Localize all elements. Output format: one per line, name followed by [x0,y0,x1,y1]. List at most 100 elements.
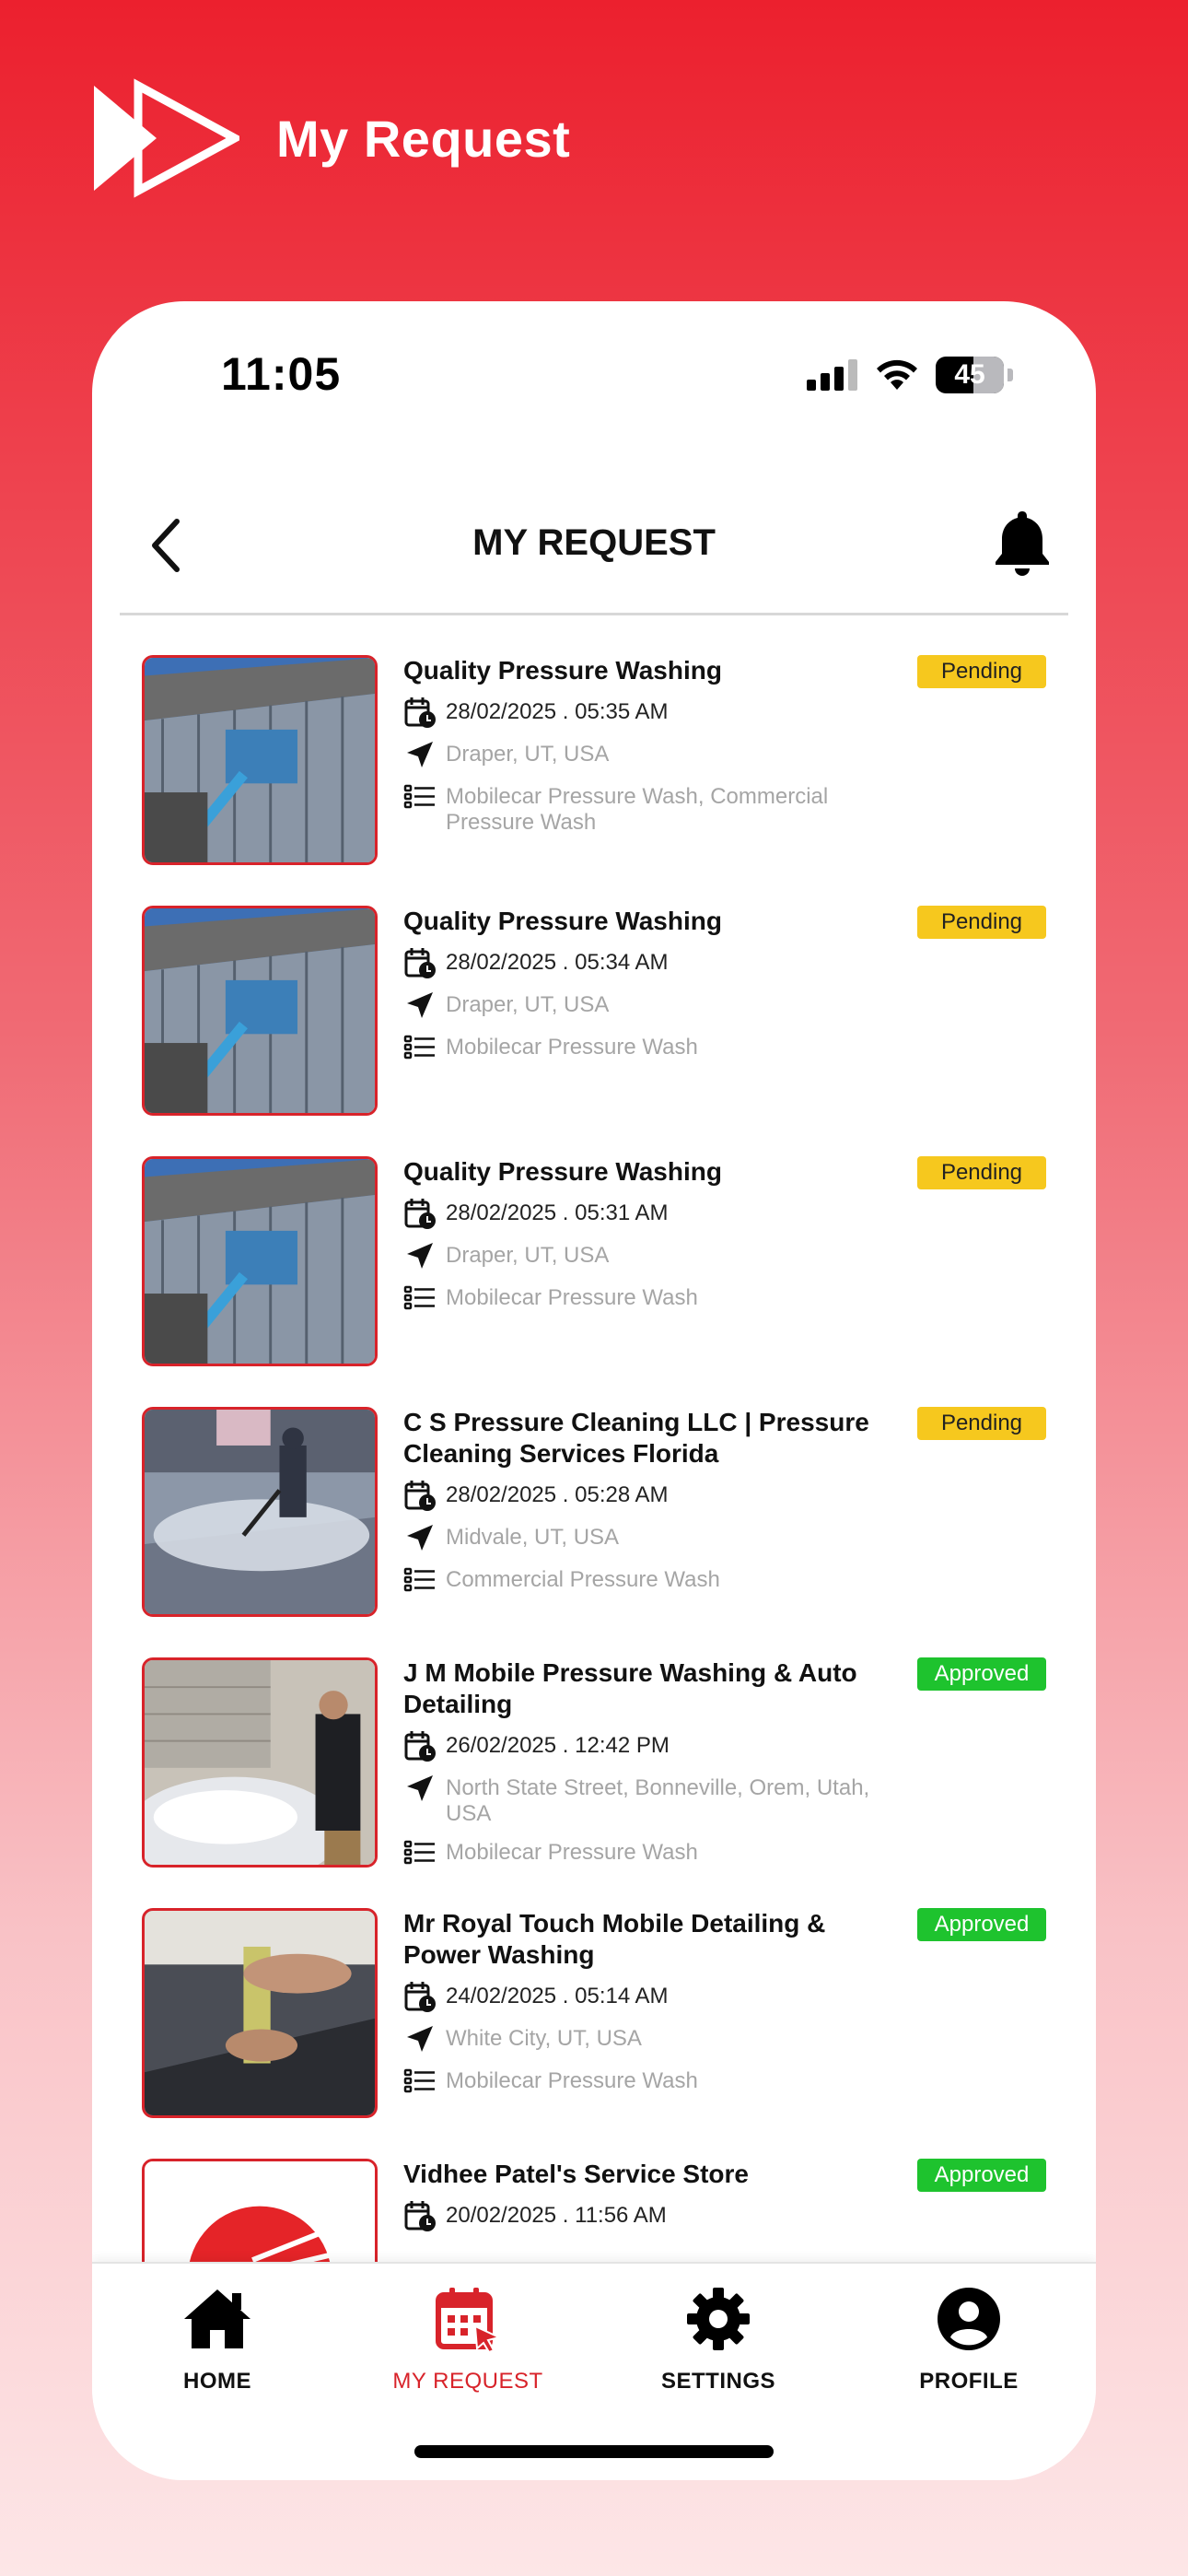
gear-icon [687,2288,750,2350]
calendar-icon [436,2288,502,2354]
request-location-row: Draper, UT, USA [403,738,891,771]
request-thumbnail [142,655,378,865]
request-location-row: Draper, UT, USA [403,1239,891,1272]
page-title: MY REQUEST [472,522,716,563]
request-location: North State Street, Bonneville, Orem, Ut… [446,1775,870,1826]
request-title: J M Mobile Pressure Washing & Auto Detai… [403,1658,857,1718]
request-info: J M Mobile Pressure Washing & Auto Detai… [403,1657,891,1869]
notifications-button[interactable] [985,506,1059,580]
request-title: Quality Pressure Washing [403,656,722,685]
request-info: C S Pressure Cleaning LLC | Pressure Cle… [403,1407,891,1597]
battery-tip [1007,369,1013,381]
status-icons: 45 [807,357,1013,393]
bottom-tab-bar: HOME MY REQUEST SETTINGS PROFILE [92,2262,1096,2480]
status-badge: Pending [917,1156,1046,1189]
request-thumbnail [142,1407,378,1617]
request-services-row: Mobilecar Pressure Wash [403,2065,891,2098]
bell-icon [996,511,1049,576]
request-location: Draper, UT, USA [446,992,610,1017]
tab-home-label: HOME [183,2369,251,2394]
request-services: Mobilecar Pressure Wash [446,1285,698,1310]
list-icon [403,1285,435,1310]
list-icon [403,784,435,809]
request-title: Quality Pressure Washing [403,907,722,935]
battery-indicator: 45 [936,357,1004,393]
request-datetime: 28/02/2025 . 05:35 AM [446,699,669,724]
request-datetime-row: 26/02/2025 . 12:42 PM [403,1729,891,1762]
request-services: Mobilecar Pressure Wash, Commercial Pres… [446,784,829,835]
request-datetime: 28/02/2025 . 05:31 AM [446,1200,669,1225]
tab-profile[interactable]: PROFILE [877,2282,1061,2420]
calendar-clock-icon [404,1199,436,1229]
calendar-clock-icon [404,1982,436,2012]
brand-logo-icon [94,78,239,198]
request-services: Commercial Pressure Wash [446,1567,720,1592]
tab-my-request[interactable]: MY REQUEST [376,2282,560,2420]
request-thumbnail [142,1156,378,1366]
status-badge: Pending [917,655,1046,688]
list-icon [403,1840,435,1865]
request-datetime-row: 28/02/2025 . 05:34 AM [403,946,891,979]
list-icon [403,2068,435,2093]
request-datetime-row: 28/02/2025 . 05:28 AM [403,1479,891,1512]
request-list[interactable]: Quality Pressure Washing 28/02/2025 . 05… [92,615,1096,2262]
location-arrow-icon [407,2026,433,2052]
request-title: Vidhee Patel's Service Store [403,2160,750,2188]
request-info: Quality Pressure Washing 28/02/2025 . 05… [403,1156,891,1315]
request-location-row: Midvale, UT, USA [403,1521,891,1554]
request-card[interactable]: Quality Pressure Washing 28/02/2025 . 05… [92,866,1096,1117]
request-title: Quality Pressure Washing [403,1157,722,1186]
status-bar: 11:05 45 [92,301,1096,430]
request-datetime: 28/02/2025 . 05:34 AM [446,950,669,975]
request-location: Draper, UT, USA [446,1243,610,1268]
request-services-row: Commercial Pressure Wash [403,1563,891,1597]
request-card[interactable]: Vidhee Patel's Service Store 20/02/2025 … [92,2119,1096,2262]
request-card[interactable]: J M Mobile Pressure Washing & Auto Detai… [92,1618,1096,1868]
request-services: Mobilecar Pressure Wash [446,2068,698,2093]
promo-header: My Request [92,78,570,198]
request-datetime-row: 28/02/2025 . 05:31 AM [403,1197,891,1230]
home-indicator [414,2445,774,2458]
location-arrow-icon [407,1243,433,1269]
location-arrow-icon [407,742,433,767]
request-thumbnail [142,1908,378,2118]
promo-title: My Request [276,109,571,168]
request-info: Vidhee Patel's Service Store 20/02/2025 … [403,2159,891,2232]
request-info: Quality Pressure Washing 28/02/2025 . 05… [403,906,891,1064]
request-info: Mr Royal Touch Mobile Detailing & Power … [403,1908,891,2098]
request-location: White City, UT, USA [446,2026,642,2051]
request-card[interactable]: Quality Pressure Washing 28/02/2025 . 05… [92,615,1096,866]
status-badge: Pending [917,906,1046,939]
request-thumbnail [142,1657,378,1868]
request-datetime: 24/02/2025 . 05:14 AM [446,1984,669,2008]
request-location-row: Draper, UT, USA [403,989,891,1022]
calendar-clock-icon [404,948,436,978]
calendar-clock-icon [404,1731,436,1762]
app-header: MY REQUEST [92,476,1096,615]
request-location: Midvale, UT, USA [446,1525,620,1550]
request-datetime-row: 24/02/2025 . 05:14 AM [403,1980,891,2013]
request-card[interactable]: C S Pressure Cleaning LLC | Pressure Cle… [92,1367,1096,1618]
request-services-row: Mobilecar Pressure Wash [403,1836,891,1869]
battery-level: 45 [954,359,985,390]
request-datetime: 26/02/2025 . 12:42 PM [446,1733,670,1758]
tab-settings[interactable]: SETTINGS [626,2282,810,2420]
request-thumbnail [142,906,378,1116]
tab-home[interactable]: HOME [125,2282,309,2420]
status-badge: Approved [917,1657,1046,1691]
request-services-row: Mobilecar Pressure Wash [403,1282,891,1315]
request-location-row: North State Street, Bonneville, Orem, Ut… [403,1772,891,1827]
list-icon [403,1567,435,1592]
phone-screen: 11:05 45 MY REQUEST Quality Pressure Was… [92,301,1096,2480]
request-title: Mr Royal Touch Mobile Detailing & Power … [403,1909,826,1969]
request-info: Quality Pressure Washing 28/02/2025 . 05… [403,655,891,836]
tab-my-request-label: MY REQUEST [392,2369,543,2394]
request-location-row: White City, UT, USA [403,2022,891,2055]
request-card[interactable]: Quality Pressure Washing 28/02/2025 . 05… [92,1117,1096,1367]
list-icon [403,1035,435,1060]
request-services: Mobilecar Pressure Wash [446,1035,698,1060]
calendar-clock-icon [404,697,436,728]
calendar-clock-icon [404,2201,436,2231]
request-card[interactable]: Mr Royal Touch Mobile Detailing & Power … [92,1868,1096,2119]
request-datetime: 20/02/2025 . 11:56 AM [446,2203,667,2228]
